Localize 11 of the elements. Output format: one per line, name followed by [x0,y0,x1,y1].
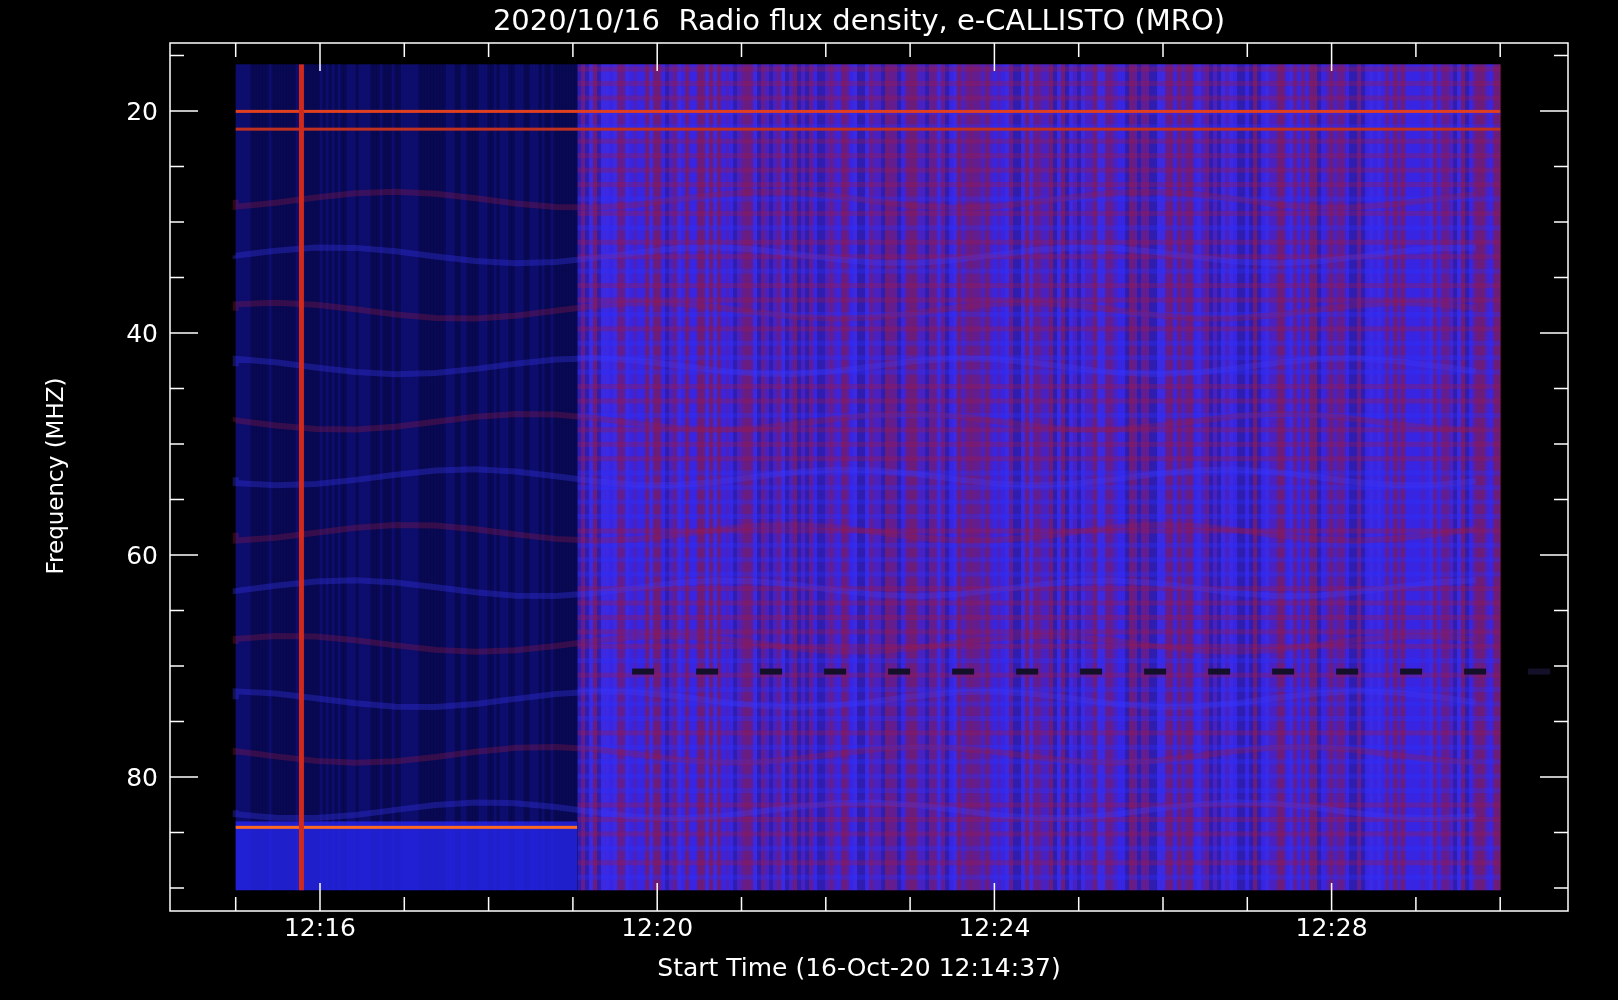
y-tick-label: 60 [126,541,158,570]
x-tick-label: 12:20 [621,913,694,942]
y-tick-label: 80 [126,763,158,792]
y-tick-label: 20 [126,97,158,126]
y-axis-label: Frequency (MHZ) [42,377,68,575]
x-axis-label: Start Time (16-Oct-20 12:14:37) [657,952,1061,984]
x-tick-label: 12:24 [958,913,1031,942]
chart-title: 2020/10/16 Radio flux density, e-CALLISTO (MRO) [492,2,1226,39]
x-tick-label: 12:28 [1295,913,1368,942]
y-tick-label: 40 [126,319,158,348]
x-tick-label: 12:16 [284,913,356,942]
